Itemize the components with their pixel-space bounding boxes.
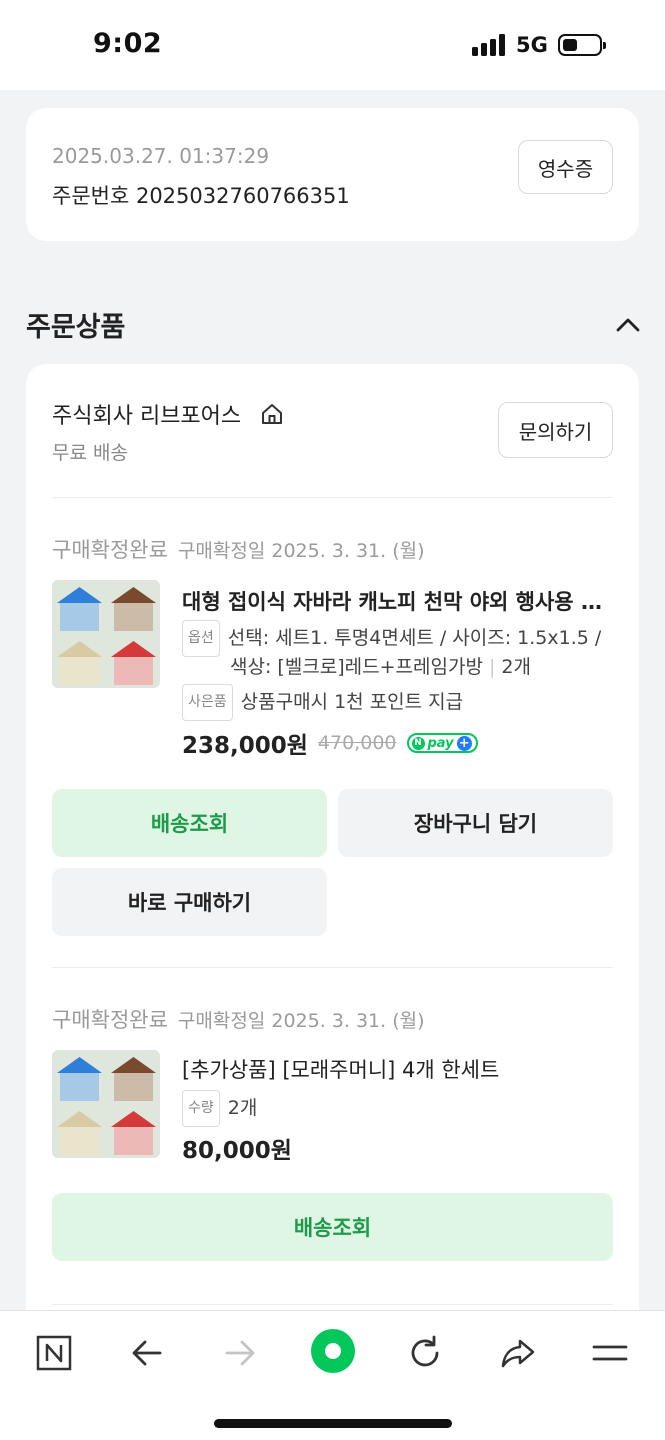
signal-icon — [472, 34, 508, 56]
green-dot-icon[interactable] — [309, 1327, 357, 1375]
battery-icon — [558, 34, 606, 56]
order-info-card: 2025.03.27. 01:37:29 주문번호 20250327607663… — [26, 108, 639, 241]
divider — [52, 497, 613, 498]
shipping-fee: 무료 배송 — [52, 442, 128, 464]
confirm-date: 구매확정일 2025. 3. 31. (월) — [177, 540, 425, 562]
chevron-up-icon[interactable] — [614, 314, 642, 334]
option-row-2: 색상: [벨크로]레드+프레임가방 | 2개 — [230, 656, 531, 678]
store-home-icon[interactable] — [260, 402, 284, 426]
status-time: 9:02 — [93, 28, 163, 59]
gift-text: 상품구매시 1천 포인트 지급 — [240, 691, 464, 713]
track-delivery-button[interactable]: 배송조회 — [52, 1193, 613, 1261]
naver-home-icon[interactable] — [34, 1333, 74, 1373]
option-text: 선택: 세트1. 투명4면세트 / 사이즈: 1.5x1.5 / — [227, 627, 602, 649]
add-to-cart-button[interactable]: 장바구니 담기 — [338, 789, 613, 857]
section-title: 주문상품 — [26, 312, 126, 343]
order-products-card: 주식회사 리브포어스 무료 배송 문의하기 구매확정완료 구매확정일 2025.… — [26, 364, 639, 1364]
divider — [52, 967, 613, 968]
item-status-line: 구매확정완료 구매확정일 2025. 3. 31. (월) — [52, 534, 425, 564]
refresh-icon[interactable] — [405, 1333, 445, 1373]
quantity: 2개 — [227, 1097, 258, 1119]
home-indicator — [214, 1419, 452, 1428]
network-label: 5G — [516, 33, 548, 57]
sale-price: 80,000원 — [182, 1138, 292, 1164]
original-price: 470,000 — [317, 732, 397, 754]
back-arrow-icon[interactable] — [127, 1333, 167, 1373]
sale-price: 238,000원 — [182, 733, 308, 759]
quantity: 2개 — [501, 656, 531, 678]
share-icon[interactable] — [498, 1333, 538, 1373]
buy-again-button[interactable]: 바로 구매하기 — [52, 868, 327, 936]
product-name[interactable]: 대형 접이식 자바라 캐노피 천막 야외 행사용 몽골텐트 — [182, 586, 614, 616]
seller-name[interactable]: 주식회사 리브포어스 — [52, 398, 241, 430]
order-number: 주문번호 2025032760766351 — [52, 184, 350, 208]
option-tag: 옵션 — [182, 620, 220, 657]
menu-icon[interactable] — [590, 1333, 630, 1373]
browser-toolbar — [0, 1310, 665, 1440]
purchase-status: 구매확정완료 — [52, 1008, 168, 1032]
purchase-status: 구매확정완료 — [52, 538, 168, 562]
product-thumbnail[interactable] — [52, 1050, 160, 1158]
npay-plus-badge: Npay + — [406, 733, 478, 753]
price-row: 238,000원 470,000 Npay + — [182, 726, 478, 760]
track-delivery-button[interactable]: 배송조회 — [52, 789, 327, 857]
quantity-row: 수량 2개 — [182, 1090, 257, 1127]
price-row: 80,000원 — [182, 1131, 292, 1165]
gift-row: 사은품 상품구매시 1천 포인트 지급 — [182, 684, 463, 721]
gift-tag: 사은품 — [182, 684, 233, 721]
product-name[interactable]: [추가상품] [모래주머니] 4개 한세트 — [182, 1054, 614, 1084]
order-datetime: 2025.03.27. 01:37:29 — [52, 144, 270, 168]
divider — [52, 1304, 613, 1305]
confirm-date: 구매확정일 2025. 3. 31. (월) — [177, 1010, 425, 1032]
forward-arrow-icon[interactable] — [220, 1333, 260, 1373]
status-bar: 9:02 5G — [0, 0, 665, 90]
qty-tag: 수량 — [182, 1090, 220, 1127]
product-thumbnail[interactable] — [52, 580, 160, 688]
item-status-line: 구매확정완료 구매확정일 2025. 3. 31. (월) — [52, 1004, 425, 1034]
option-text-2: 색상: [벨크로]레드+프레임가방 — [230, 656, 483, 678]
receipt-button[interactable]: 영수증 — [518, 140, 613, 194]
inquiry-button[interactable]: 문의하기 — [498, 402, 613, 458]
